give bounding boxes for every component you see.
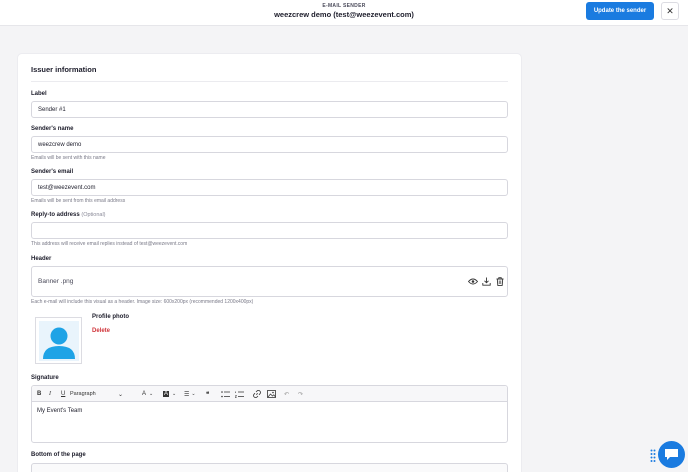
- signature-editor[interactable]: B I U Paragraph ⌄ A ⌄ A ⌄ ☰ ⌄ ❝ ↶ ↷ My E…: [31, 385, 508, 443]
- sender-name-label: Sender's name: [31, 126, 74, 132]
- reply-to-label-text: Reply-to address: [31, 212, 80, 218]
- bold-icon[interactable]: B: [37, 389, 41, 399]
- label-field-label: Label: [31, 91, 47, 97]
- italic-icon[interactable]: I: [49, 389, 51, 399]
- divider: [31, 81, 508, 82]
- page-kicker: E-MAIL SENDER: [322, 3, 366, 9]
- paragraph-label: Paragraph: [70, 391, 96, 397]
- underline-icon[interactable]: U: [61, 389, 65, 399]
- reply-to-help: This address will receive email replies …: [31, 241, 188, 247]
- link-icon[interactable]: [253, 389, 261, 399]
- header-help: Each e-mail will include this visual as …: [31, 299, 254, 305]
- update-sender-button[interactable]: Update the sender: [586, 2, 654, 20]
- align-icon[interactable]: ☰ ⌄: [184, 389, 196, 399]
- close-icon: ✕: [666, 5, 674, 16]
- paragraph-select[interactable]: Paragraph ⌄: [70, 389, 125, 399]
- signature-text[interactable]: My Event's Team: [37, 408, 82, 414]
- reply-to-label: Reply-to address (Optional): [31, 212, 106, 218]
- card-title: Issuer information: [31, 65, 97, 74]
- sender-email-help: Emails will be sent from this email addr…: [31, 198, 126, 204]
- sender-name-help: Emails will be sent with this name: [31, 155, 106, 161]
- bulleted-list-icon[interactable]: [221, 389, 230, 399]
- chat-bubble-icon: [665, 449, 678, 460]
- header-upload: Banner .png: [31, 266, 508, 297]
- download-icon[interactable]: [481, 276, 492, 287]
- drag-handle-icon[interactable]: [650, 449, 656, 463]
- header-label: Header: [31, 256, 52, 262]
- undo-icon[interactable]: ↶: [284, 389, 289, 399]
- highlight-color-icon[interactable]: A ⌄: [163, 389, 176, 399]
- chevron-down-icon: ⌄: [117, 391, 123, 398]
- page-title: weezcrew demo (test@weezevent.com): [274, 10, 414, 19]
- bottom-of-page-editor[interactable]: [31, 463, 508, 472]
- profile-photo-label: Profile photo: [92, 314, 129, 320]
- numbered-list-icon[interactable]: [235, 389, 244, 399]
- avatar[interactable]: [35, 317, 82, 364]
- optional-tag: (Optional): [81, 212, 106, 218]
- redo-icon[interactable]: ↷: [298, 389, 303, 399]
- user-avatar-icon: [38, 320, 79, 361]
- image-icon[interactable]: [267, 389, 276, 399]
- eye-icon[interactable]: [467, 276, 478, 287]
- sender-email-input[interactable]: test@weezevent.com: [31, 179, 508, 196]
- label-input[interactable]: Sender #1: [31, 101, 508, 118]
- font-color-icon[interactable]: A ⌄: [142, 389, 153, 399]
- delete-photo-link[interactable]: Delete: [92, 328, 110, 334]
- editor-toolbar: B I U Paragraph ⌄ A ⌄ A ⌄ ☰ ⌄ ❝ ↶ ↷: [32, 386, 507, 402]
- reply-to-input[interactable]: [31, 222, 508, 239]
- close-button[interactable]: ✕: [661, 2, 679, 20]
- header-filename: Banner .png: [38, 278, 74, 285]
- chat-launcher-button[interactable]: [658, 441, 685, 468]
- bottom-of-page-label: Bottom of the page: [31, 452, 86, 458]
- sender-email-label: Sender's email: [31, 169, 74, 175]
- top-bar: E-MAIL SENDER weezcrew demo (test@weezev…: [0, 0, 688, 26]
- sender-name-input[interactable]: weezcrew demo: [31, 136, 508, 153]
- signature-label: Signature: [31, 375, 59, 381]
- issuer-card: Issuer information Label Sender #1 Sende…: [17, 53, 522, 472]
- trash-icon[interactable]: [494, 276, 505, 287]
- blockquote-icon[interactable]: ❝: [206, 389, 209, 399]
